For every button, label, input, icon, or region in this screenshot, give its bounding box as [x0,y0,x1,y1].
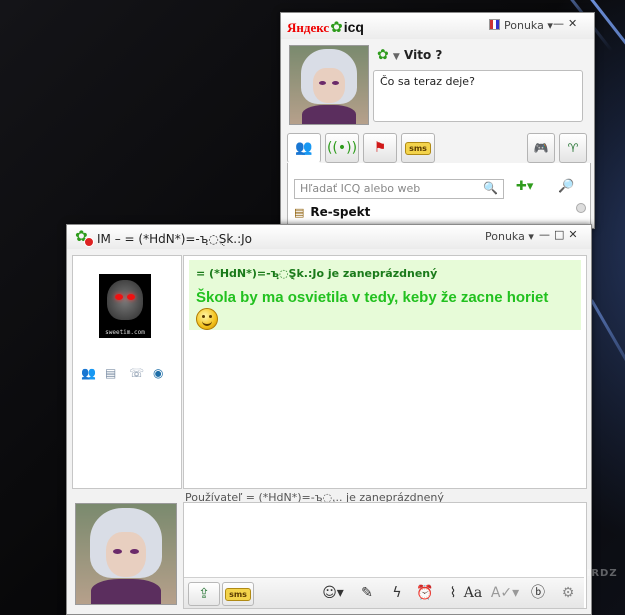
contact-group-row[interactable]: ▤ Re-spekt [294,205,370,219]
minimize-button[interactable]: — [553,17,568,30]
tab-sms[interactable]: sms [401,133,435,163]
phone-icon[interactable]: ☏ [129,366,144,380]
status-message-field[interactable]: Čo sa teraz deje? [373,70,583,122]
contacts-icon: 👥 [295,140,313,156]
chevron-down-icon: ▼ [392,52,400,62]
edit-button[interactable]: ✎ [356,582,378,604]
add-contact-icon[interactable]: ✚▾ [516,179,533,194]
history-button[interactable]: ⓑ [526,582,550,604]
sms-icon: sms [405,141,431,155]
nudge-button[interactable]: ϟ [386,582,408,604]
nick-label: Vito ? [404,48,443,62]
own-avatar[interactable] [289,45,369,125]
icq-main-window: Яндекс✿icq Ponuka ▾ —✕ ✿ ▼ Vito ? Čo sa … [280,12,595,229]
send-file-button[interactable]: ⇪ [188,582,220,606]
im-window-title: IM – = (*HdN*)=-ъฺ◌ֻSk.:Jo [97,232,253,246]
contact-list-panel: Hľadať ICQ alebo web 🔍 ✚▾ 🔎 ▤ Re-spekt [287,163,591,226]
attachment-icon: ⌇ [449,585,457,601]
watermark: BIRDZ [578,568,618,579]
close-button[interactable]: ✕ [568,228,581,241]
search-icon[interactable]: 🔍 [483,181,498,195]
alarm-button[interactable]: ⏰ [414,582,436,604]
search-input[interactable]: Hľadať ICQ alebo web 🔍 [294,179,504,199]
alarm-clock-icon: ⏰ [416,585,434,601]
emoticon-button[interactable]: ☺▾ [318,582,348,604]
flag-icon [489,19,500,30]
settings-button[interactable]: ⚙ [556,582,580,604]
close-button[interactable]: ✕ [568,17,581,30]
contact-list-scrollbar[interactable] [576,203,586,223]
tab-flag[interactable]: ⚑ [363,133,397,163]
im-chat-window: ✿ IM – = (*HdN*)=-ъฺ◌ֻSk.:Jo Ponuka ▾ —□… [66,224,592,615]
main-tabs: 👥 ((•)) ⚑ sms 🎮 ♈ [287,133,589,163]
contact-avatar[interactable]: sweetim.com [99,274,151,338]
message-input[interactable]: ⇪ sms ☺▾ ✎ ϟ ⏰ ⌇ Aa A✓▾ ⓑ ⚙ [183,502,587,609]
own-profile: ✿ ▼ Vito ? Čo sa teraz deje? [287,43,587,127]
history-icon: ⓑ [531,585,545,601]
file-upload-icon: ⇪ [198,586,210,602]
contact-actions: 👥 ▤ ☏ ◉ [81,366,175,382]
icq-titlebar: Яндекс✿icq Ponuka ▾ —✕ [281,13,594,39]
lightning-icon: ϟ [392,585,402,601]
zodiac-icon: ♈ [567,141,579,155]
smiley-emoticon-icon [196,308,218,330]
sender-status-line: = (*HdN*)=-ъฺ◌ֻŞk.:Jo je zaneprázdnený [196,267,438,280]
broadcast-icon: ((•)) [326,140,358,156]
menu-ponuka-button[interactable]: Ponuka ▾ [485,230,534,243]
message-text: Škola by ma osvietila v tedy, keby že za… [196,287,574,332]
gamepad-icon: 🎮 [533,141,549,155]
zodiac-button[interactable]: ♈ [559,133,587,163]
font-icon: Aa [463,585,483,601]
yandex-icq-logo: Яндекс✿icq [287,18,364,36]
spellcheck-icon: A✓▾ [490,585,520,601]
sms-icon: sms [225,587,251,601]
webcam-icon[interactable]: ◉ [153,366,163,380]
gear-icon: ⚙ [561,585,575,601]
own-avatar[interactable] [75,503,177,605]
menu-ponuka-button[interactable]: Ponuka ▾ [489,19,553,32]
nick-status-selector[interactable]: ✿ ▼ Vito ? [377,47,442,63]
smiley-icon: ☺▾ [322,585,344,601]
contact-info-panel: sweetim.com 👥 ▤ ☏ ◉ [72,255,182,489]
icq-flower-icon: ✿ [330,18,343,36]
sms-button[interactable]: sms [222,582,254,606]
tab-contacts[interactable]: 👥 [287,133,321,163]
games-button[interactable]: 🎮 [527,133,555,163]
tab-live[interactable]: ((•)) [325,133,359,163]
users-icon[interactable]: 👥 [81,366,96,380]
maximize-button[interactable]: □ [554,228,568,241]
red-flag-icon: ⚑ [373,140,387,156]
find-contact-icon[interactable]: 🔎 [558,179,574,194]
notes-icon[interactable]: ▤ [105,366,116,380]
edit-icon: ✎ [361,585,373,601]
message-toolbar: ⇪ sms ☺▾ ✎ ϟ ⏰ ⌇ Aa A✓▾ ⓑ ⚙ [184,577,584,608]
busy-status-icon [84,237,94,247]
online-status-icon: ✿ [377,47,389,63]
message-history: = (*HdN*)=-ъฺ◌ֻŞk.:Jo je zaneprázdnený Š… [183,255,587,489]
message-bubble: = (*HdN*)=-ъฺ◌ֻŞk.:Jo je zaneprázdnený Š… [189,260,581,330]
im-titlebar: ✿ IM – = (*HdN*)=-ъฺ◌ֻSk.:Jo Ponuka ▾ —□… [67,225,591,249]
minimize-button[interactable]: — [539,228,554,241]
spellcheck-button[interactable]: A✓▾ [490,582,520,604]
font-button[interactable]: Aa [460,582,486,604]
group-icon: ▤ [294,206,305,219]
